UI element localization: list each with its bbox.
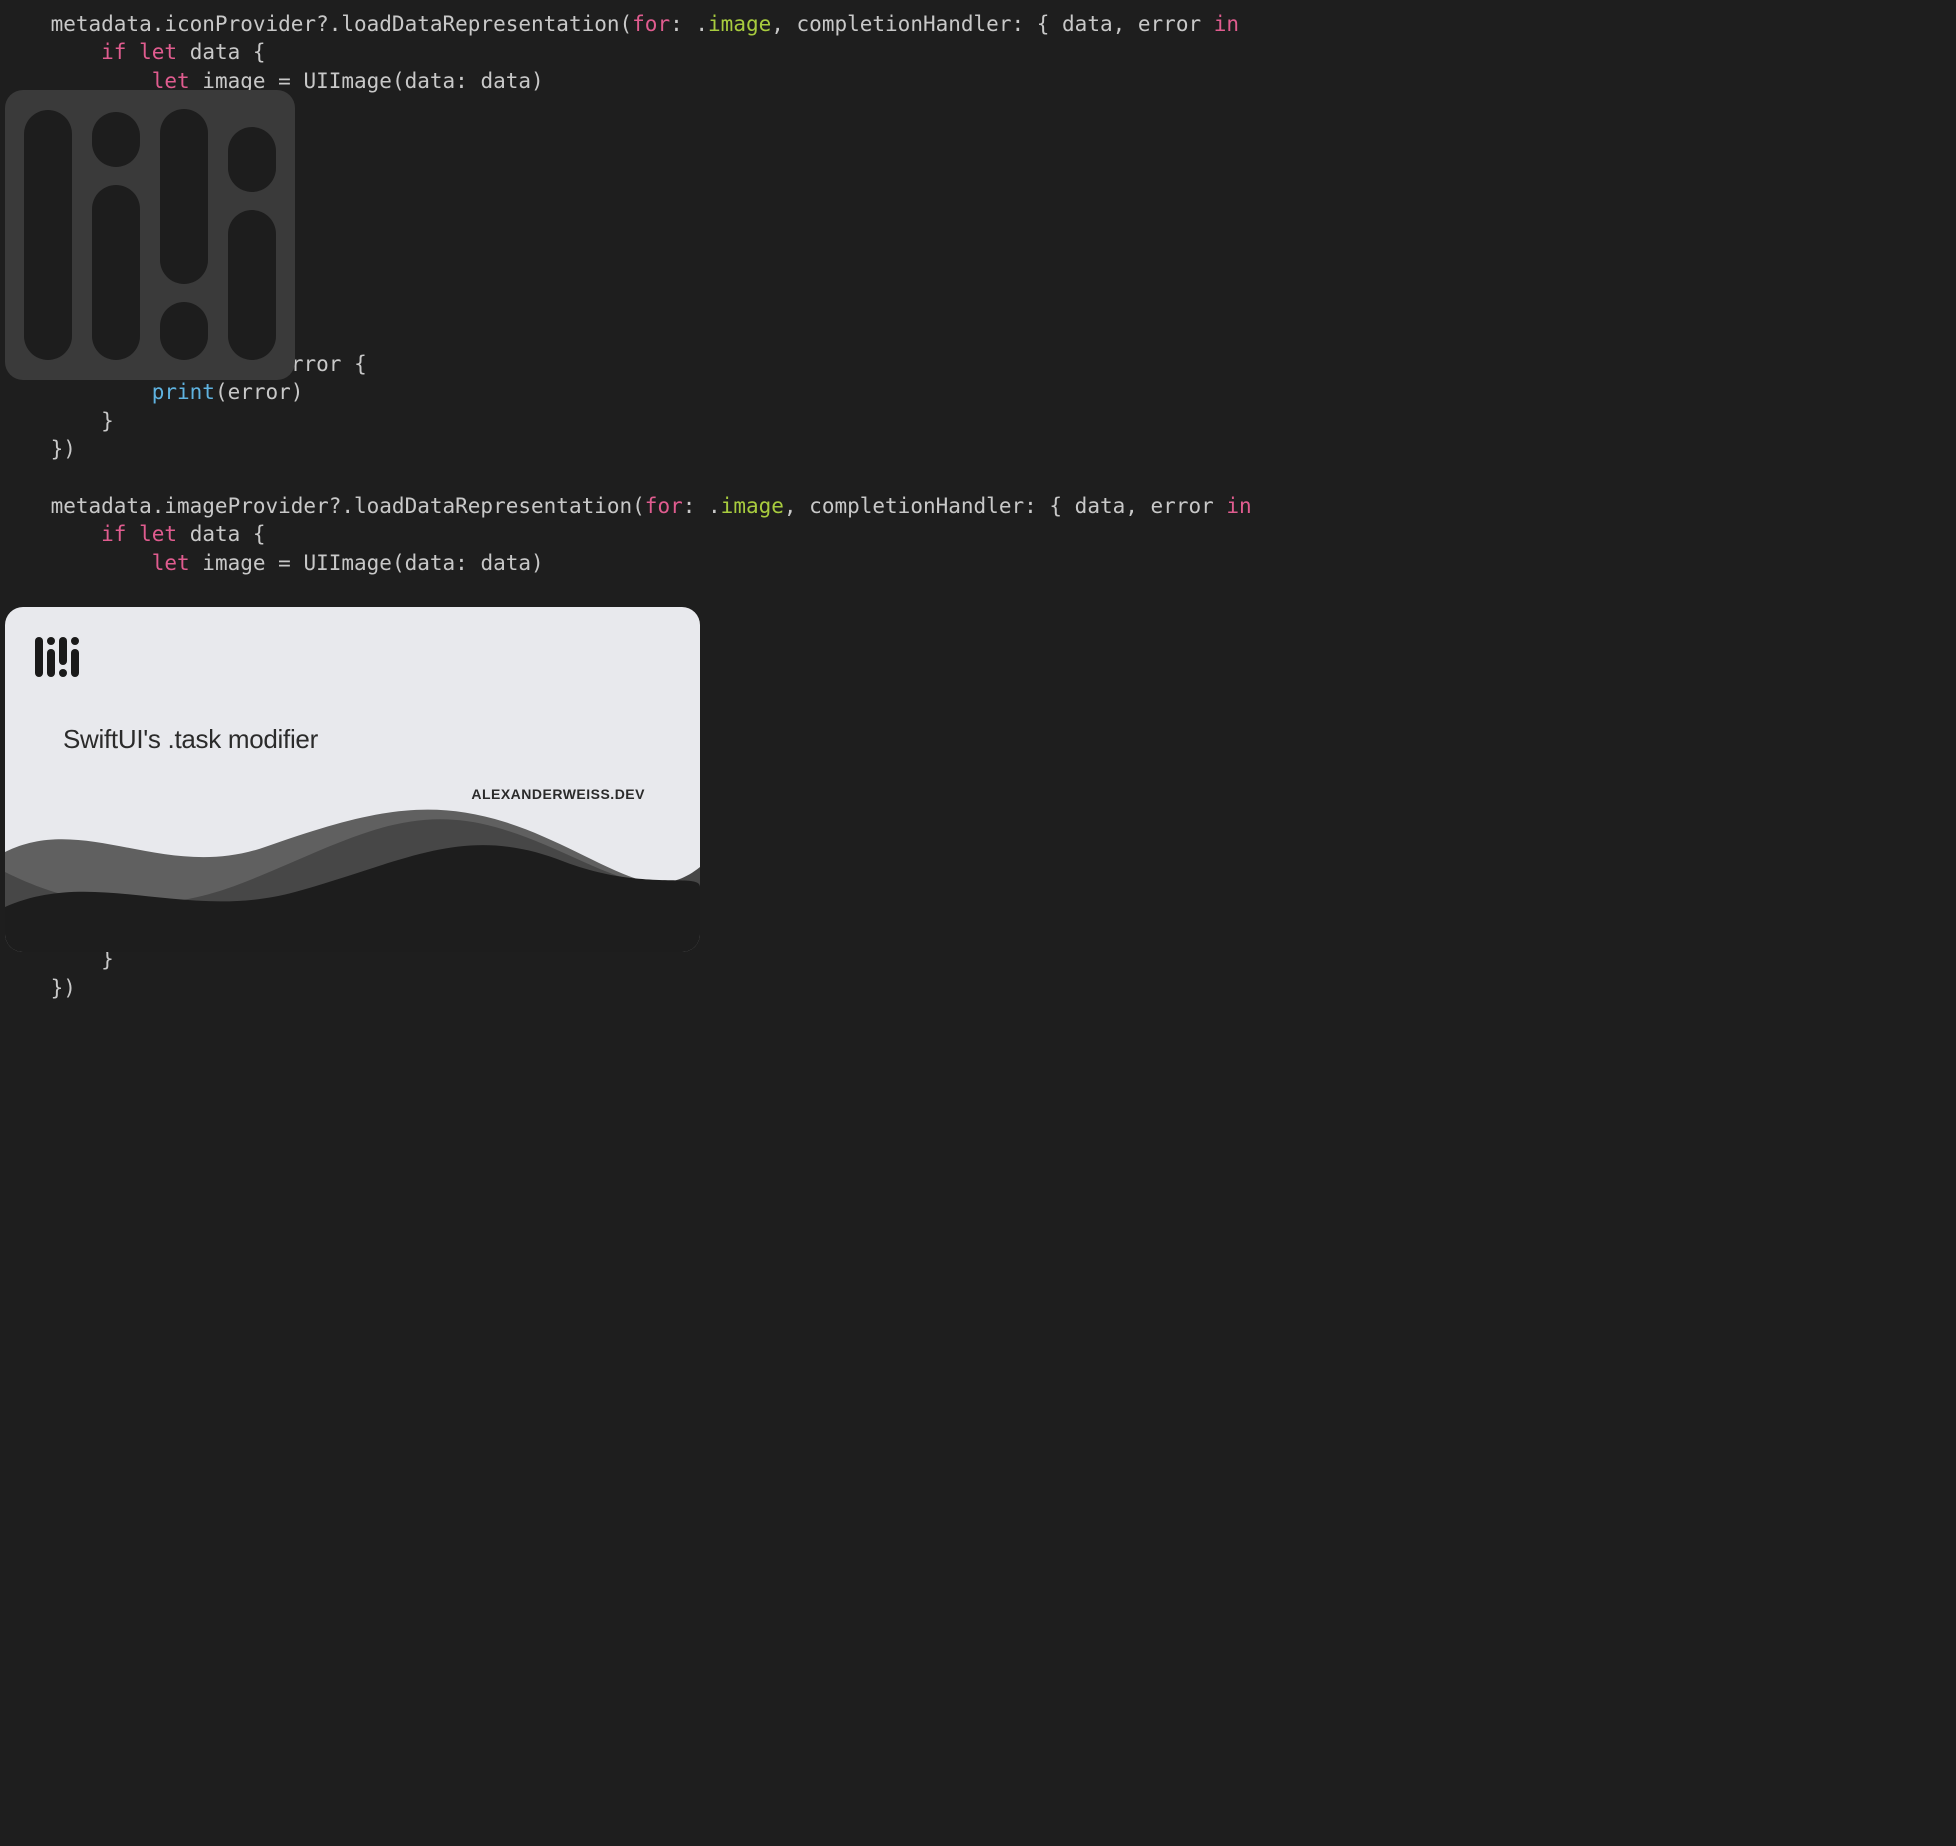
- app-icon-preview: [5, 90, 295, 380]
- card-title: SwiftUI's .task modifier: [63, 722, 318, 757]
- wave-decoration: [5, 792, 700, 952]
- link-preview-card: SwiftUI's .task modifier ALEXANDERWEISS.…: [5, 607, 700, 952]
- bars-icon: [24, 110, 276, 360]
- card-logo-icon: [35, 637, 79, 677]
